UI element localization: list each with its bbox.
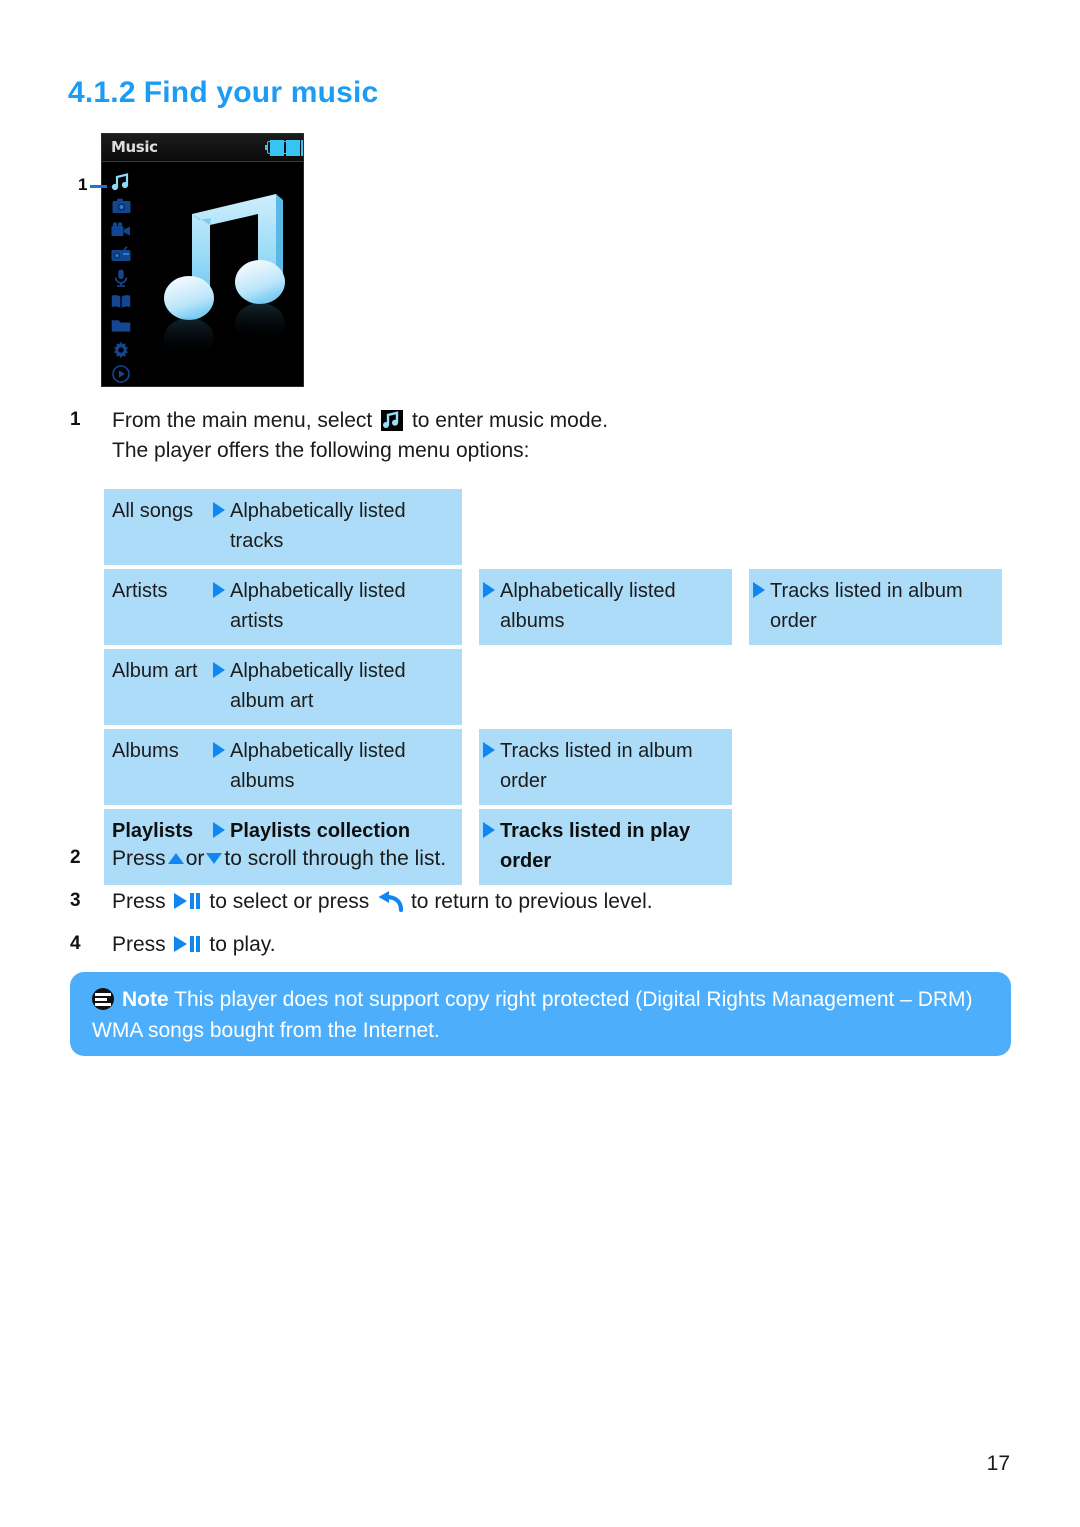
table-cell-group: Alphabetically listed tracks [209, 489, 462, 565]
table-cell: Alphabetically listed albums [228, 729, 462, 805]
step-4: Press to play. [112, 930, 972, 962]
table-cell: Alphabetically listed tracks [228, 489, 462, 565]
note-info-icon [92, 988, 114, 1010]
chevron-right-icon [209, 729, 228, 805]
step-1-line-2: The player offers the following menu opt… [112, 439, 530, 462]
table-cell-group: Alphabetically listed album art [209, 649, 462, 725]
device-title-bar: Music [102, 134, 303, 162]
music-note-3d-icon [154, 178, 302, 378]
page-title-text: Find your music [143, 76, 379, 109]
table-cell: Tracks listed in album order [498, 729, 732, 805]
note-label: Note [122, 988, 169, 1011]
note-text: This player does not support copy right … [92, 988, 973, 1042]
folder-icon[interactable] [110, 316, 132, 335]
settings-gear-icon[interactable] [110, 340, 132, 359]
chevron-right-icon [209, 649, 228, 725]
table-cell: All songs [104, 489, 209, 565]
table-row: Albums Alphabetically listed albums Trac… [104, 729, 1002, 805]
page-number: 17 [986, 1452, 1010, 1475]
triangle-up-icon [167, 853, 184, 864]
return-arrow-icon [377, 890, 404, 921]
table-cell-group: Alphabetically listed albums [479, 569, 732, 645]
step-3-text-before: Press [112, 890, 166, 913]
table-cell: Alphabetically listed albums [498, 569, 732, 645]
table-cell-group: Tracks listed in album order [479, 729, 732, 805]
step-3-text-mid: to select or press [209, 890, 370, 913]
step-4-text-after: to play. [209, 933, 276, 956]
microphone-icon[interactable] [110, 268, 132, 287]
step-2-text-mid: or [185, 847, 205, 870]
step-number-1: 1 [70, 409, 81, 430]
play-pause-icon [173, 932, 202, 962]
chevron-right-icon [749, 569, 768, 645]
device-screenshot: Music [101, 133, 304, 387]
step-1-text-after: to enter music mode. [411, 409, 609, 432]
triangle-down-icon [206, 853, 223, 864]
menu-options-table: All songs Alphabetically listed tracks A… [104, 489, 1002, 889]
step-2-text-after: to scroll through the list. [224, 847, 447, 870]
device-screen-title: Music [111, 138, 158, 156]
page-title-number: 4.1.2 [68, 76, 136, 109]
table-cell: Album art [104, 649, 209, 725]
battery-full-icon [265, 139, 303, 156]
step-1: From the main menu, select to enter musi… [112, 406, 972, 466]
now-playing-icon[interactable] [110, 364, 132, 383]
chevron-right-icon [479, 729, 498, 805]
step-4-text-before: Press [112, 933, 166, 956]
radio-icon[interactable] [110, 244, 132, 263]
table-cell: Alphabetically listed artists [228, 569, 462, 645]
music-icon [381, 410, 404, 431]
table-row: Artists Alphabetically listed artists Al… [104, 569, 1002, 645]
chevron-right-icon [209, 489, 228, 565]
table-cell-group: Alphabetically listed artists [209, 569, 462, 645]
note-callout: Note This player does not support copy r… [70, 972, 1011, 1056]
table-cell: Albums [104, 729, 209, 805]
step-3-text-after: to return to previous level. [410, 890, 653, 913]
table-cell: Tracks listed in album order [768, 569, 1002, 645]
step-1-text-before: From the main menu, select [112, 409, 373, 432]
table-row: All songs Alphabetically listed tracks [104, 489, 1002, 565]
camera-icon[interactable] [110, 196, 132, 215]
table-cell: Artists [104, 569, 209, 645]
music-icon[interactable] [110, 172, 132, 191]
step-2-text-before: Press [112, 847, 166, 870]
step-number-4: 4 [70, 933, 81, 954]
device-screen-body [102, 162, 303, 386]
book-icon[interactable] [110, 292, 132, 311]
chevron-right-icon [209, 569, 228, 645]
step-2: Press or to scroll through the list. [112, 844, 972, 874]
step-3: Press to select or press to return to pr… [112, 887, 972, 921]
table-row: Album art Alphabetically listed album ar… [104, 649, 1002, 725]
step-number-2: 2 [70, 847, 81, 868]
device-icon-rail [110, 172, 140, 383]
play-pause-icon [173, 889, 202, 919]
callout-leader-line [90, 185, 107, 188]
step-number-3: 3 [70, 890, 81, 911]
table-cell-group: Tracks listed in album order [749, 569, 1002, 645]
table-cell-group: Alphabetically listed albums [209, 729, 462, 805]
chevron-right-icon [479, 569, 498, 645]
table-cell: Alphabetically listed album art [228, 649, 462, 725]
video-camera-icon[interactable] [110, 220, 132, 239]
callout-label-1: 1 [78, 175, 88, 194]
page-title: 4.1.2 Find your music [68, 76, 378, 110]
